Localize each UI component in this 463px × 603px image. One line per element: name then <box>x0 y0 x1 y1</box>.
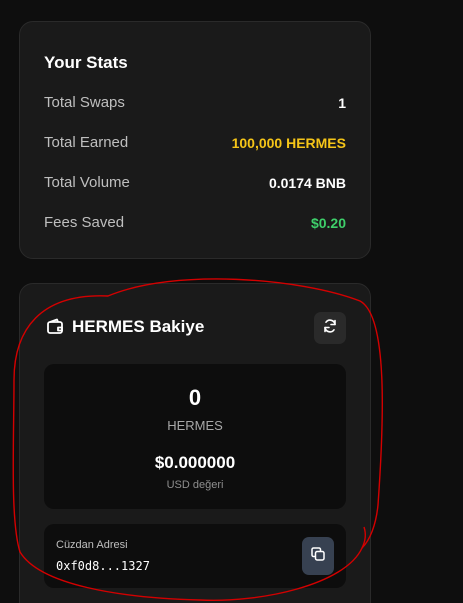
stat-label: Total Earned <box>44 134 129 151</box>
balance-usd-label: USD değeri <box>166 479 224 491</box>
wallet-icon <box>46 318 64 336</box>
balance-usd-value: $0.000000 <box>154 453 236 472</box>
wallet-address-box: Cüzdan Adresi 0xf0d8...1327 <box>44 524 346 588</box>
stat-value: 100,000 HERMES <box>231 134 346 151</box>
stat-label: Fees Saved <box>44 214 125 231</box>
stat-row-total-swaps: Total Swaps 1 <box>44 94 346 111</box>
stats-title: Your Stats <box>44 53 128 72</box>
refresh-button[interactable] <box>314 312 346 344</box>
balance-amount: 0 <box>188 385 202 410</box>
stat-label: Total Swaps <box>44 94 125 111</box>
page: Your Stats Total Swaps 1 Total Earned 10… <box>0 0 463 603</box>
stat-label: Total Volume <box>44 174 130 191</box>
stat-value: 1 <box>338 94 346 111</box>
balance-title: HERMES Bakiye <box>72 317 205 336</box>
wallet-address-value: 0xf0d8...1327 <box>56 559 150 573</box>
stat-row-fees-saved: Fees Saved $0.20 <box>44 214 346 231</box>
stats-card: Your Stats Total Swaps 1 Total Earned 10… <box>19 21 371 259</box>
stat-row-total-volume: Total Volume 0.0174 BNB <box>44 174 346 191</box>
refresh-icon <box>322 318 338 339</box>
stat-value: $0.20 <box>310 214 346 231</box>
stat-row-total-earned: Total Earned 100,000 HERMES <box>44 134 346 151</box>
balance-unit: HERMES <box>167 418 223 433</box>
wallet-address-label: Cüzdan Adresi <box>56 539 128 551</box>
copy-address-button[interactable] <box>302 537 334 575</box>
balance-display: 0 HERMES $0.000000 USD değeri <box>44 364 346 509</box>
copy-icon <box>310 546 326 567</box>
stat-value: 0.0174 BNB <box>268 174 346 191</box>
balance-header: HERMES Bakiye <box>46 317 204 337</box>
balance-card: HERMES Bakiye 0 HERMES $0.000000 USD değ… <box>19 283 371 603</box>
